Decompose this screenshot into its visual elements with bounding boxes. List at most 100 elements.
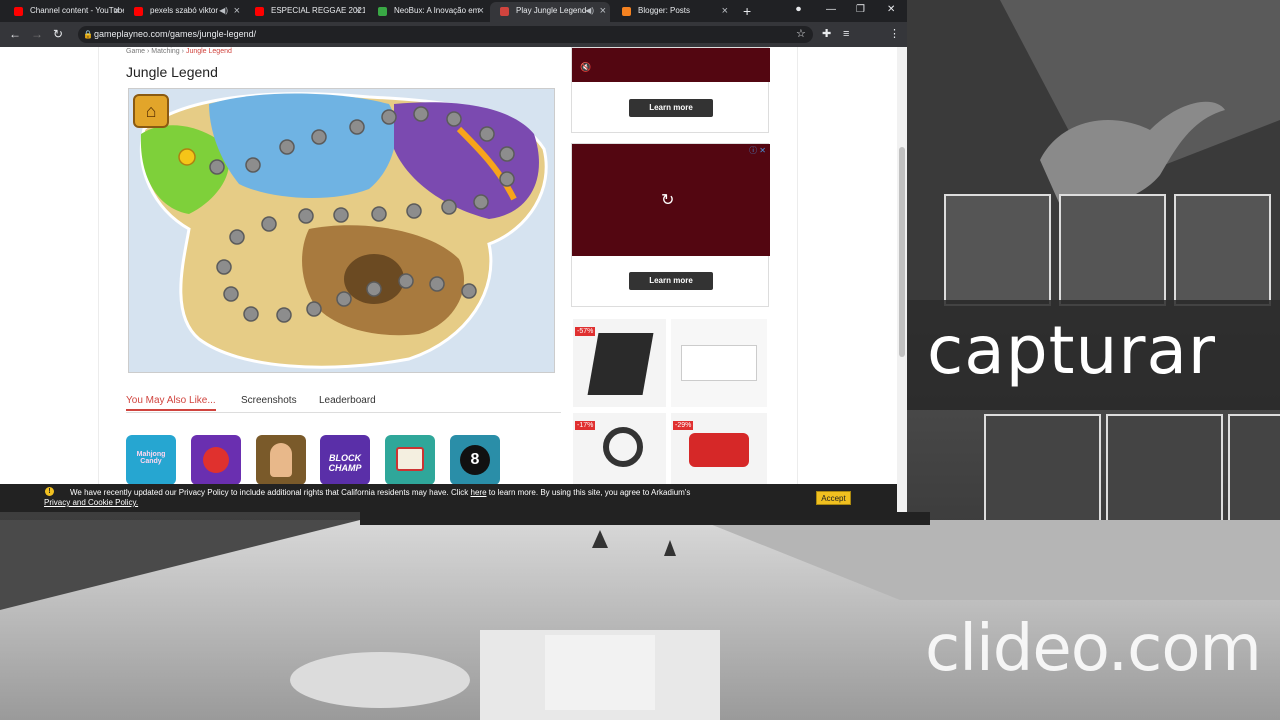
close-icon[interactable]: × (355, 2, 361, 20)
blogger-icon (622, 7, 631, 16)
extensions-icon[interactable]: ✚ (822, 27, 831, 41)
ad-banner-3[interactable]: ⓘ ✕ -57% -17% -29% (571, 317, 769, 512)
ad-product-4[interactable]: -29% (671, 413, 767, 485)
related-game-mahjong[interactable] (385, 435, 435, 485)
close-icon[interactable]: × (114, 2, 120, 20)
browser-tab-jungle-legend[interactable]: Play Jungle Legend ◀) × (490, 2, 610, 22)
tab-label: pexels szabó viktor (150, 6, 219, 15)
tab-strip: Channel content - YouTube × pexels szabó… (0, 0, 907, 22)
close-icon[interactable]: × (234, 2, 240, 20)
cookie-message: We have recently updated our Privacy Pol… (70, 488, 810, 498)
close-icon[interactable]: × (600, 2, 606, 20)
tab-label: Channel content - YouTube (30, 6, 124, 15)
browser-tab-youtube[interactable]: Channel content - YouTube × (4, 2, 124, 22)
address-toolbar: ← → ↻ 🔒 gameplayneo.com/games/jungle-leg… (0, 22, 907, 63)
ad-banner-1[interactable]: 🔇 Learn more (571, 47, 770, 133)
product-image (681, 345, 757, 381)
learn-more-button[interactable]: Learn more (629, 272, 713, 290)
browser-tab-blogger[interactable]: Blogger: Posts × (612, 2, 732, 22)
new-tab-button[interactable]: + (743, 2, 751, 20)
info-icon: ! (45, 487, 54, 496)
related-game-mahjong-candy[interactable]: Mahjong Candy (126, 435, 176, 485)
page-title: Jungle Legend (126, 64, 218, 80)
accept-button[interactable]: Accept (816, 491, 851, 505)
tab-label: Blogger: Posts (638, 6, 691, 15)
ad-close-icon[interactable]: ⓘ ✕ (749, 145, 766, 156)
browser-tab-reggae[interactable]: ESPECIAL REGGAE 2021 × (245, 2, 365, 22)
close-icon[interactable]: × (478, 2, 484, 20)
related-game-solitaire[interactable] (256, 435, 306, 485)
learn-more-button[interactable]: Learn more (629, 99, 713, 117)
restore-button[interactable]: ❐ (856, 3, 865, 17)
browser-tab-pexels[interactable]: pexels szabó viktor ◀) × (124, 2, 244, 22)
jungle-map[interactable] (129, 89, 555, 373)
media-control-icon[interactable]: ⏺ (796, 3, 801, 17)
browser-tab-neobux[interactable]: NeoBux: A Inovação em × (368, 2, 488, 22)
tab-label: ESPECIAL REGGAE 2021 (271, 6, 365, 15)
back-arrow-icon[interactable]: ← (9, 27, 21, 41)
minimize-button[interactable]: — (826, 3, 836, 17)
related-game-block-champ[interactable]: BLOCK CHAMP (320, 435, 370, 485)
cookie-text-part: to learn more. By using this site, you a… (486, 488, 691, 497)
forward-arrow-icon[interactable]: → (31, 27, 43, 41)
product-image (689, 433, 749, 467)
bookmark-star-icon[interactable]: ☆ (796, 27, 806, 41)
youtube-icon (255, 7, 264, 16)
address-bar[interactable]: 🔒 gameplayneo.com/games/jungle-legend/ (78, 26, 813, 43)
8-ball-icon: 8 (460, 445, 490, 475)
mahjong-tile-icon (396, 447, 424, 471)
reload-icon[interactable]: ↻ (53, 27, 63, 41)
mute-icon[interactable]: 🔇 (580, 62, 591, 73)
fruit-icon (203, 447, 229, 473)
privacy-policy-link[interactable]: Privacy and Cookie Policy. (44, 498, 138, 507)
discount-badge: -29% (673, 421, 694, 430)
ad-product-1[interactable]: -57% (573, 319, 666, 407)
close-icon[interactable]: × (722, 2, 728, 20)
speaker-icon[interactable]: ◀) (585, 2, 594, 20)
scrollbar-thumb[interactable] (899, 147, 905, 357)
tab-you-may-also-like[interactable]: You May Also Like... (126, 395, 216, 411)
related-game-label: BLOCK CHAMP (328, 453, 362, 473)
related-game-8-ball[interactable]: 8 (450, 435, 500, 485)
ad-video[interactable]: ↻ (572, 144, 770, 256)
breadcrumb-current: Jungle Legend (185, 48, 232, 55)
tab-label: NeoBux: A Inovação em (394, 6, 480, 15)
breadcrumb-game[interactable]: Game (126, 48, 145, 55)
url-text: gameplayneo.com/games/jungle-legend/ (94, 29, 257, 39)
replay-icon[interactable]: ↻ (661, 190, 674, 210)
arkadium-icon (500, 7, 509, 16)
speaker-icon[interactable]: ◀) (219, 2, 228, 20)
related-game-fruits[interactable] (191, 435, 241, 485)
tab-leaderboard[interactable]: Leaderboard (319, 395, 376, 406)
cookie-text-part: We have recently updated our Privacy Pol… (70, 488, 471, 497)
tab-screenshots[interactable]: Screenshots (241, 395, 297, 406)
ad-banner-2[interactable]: ↻ ⓘ ✕ Learn more (571, 143, 770, 307)
close-window-button[interactable]: ✕ (887, 3, 895, 17)
ad-product-2[interactable] (671, 319, 767, 407)
game-canvas[interactable]: ⌂ (128, 88, 555, 373)
caption-text: capturar (927, 312, 1217, 389)
main-content: Game › Matching › Jungle Legend Jungle L… (98, 47, 798, 512)
reading-list-icon[interactable]: ≡ (843, 27, 849, 41)
video-frame: Channel content - YouTube × pexels szabó… (0, 0, 1280, 720)
discount-badge: -57% (575, 327, 596, 336)
lock-icon: 🔒 (83, 30, 93, 39)
browser-window: Channel content - YouTube × pexels szabó… (0, 0, 907, 512)
watermark: clideo.com (925, 612, 1262, 686)
tabs-divider (126, 412, 561, 413)
youtube-icon (14, 7, 23, 16)
cookie-here-link[interactable]: here (471, 488, 487, 497)
cookie-banner: ! We have recently updated our Privacy P… (0, 484, 897, 512)
product-image (603, 427, 643, 467)
ad-video[interactable]: 🔇 (572, 48, 770, 82)
youtube-icon (134, 7, 143, 16)
related-game-label: Mahjong Candy (136, 451, 166, 465)
product-image (587, 333, 654, 395)
ad-product-3[interactable]: -17% (573, 413, 666, 485)
breadcrumb-matching[interactable]: Matching (151, 48, 179, 55)
tab-label: Play Jungle Legend (516, 6, 587, 15)
discount-badge: -17% (575, 421, 596, 430)
page-scrollbar[interactable] (897, 47, 907, 512)
home-icon[interactable]: ⌂ (133, 94, 169, 128)
menu-kebab-icon[interactable]: ⋮ (889, 27, 900, 41)
